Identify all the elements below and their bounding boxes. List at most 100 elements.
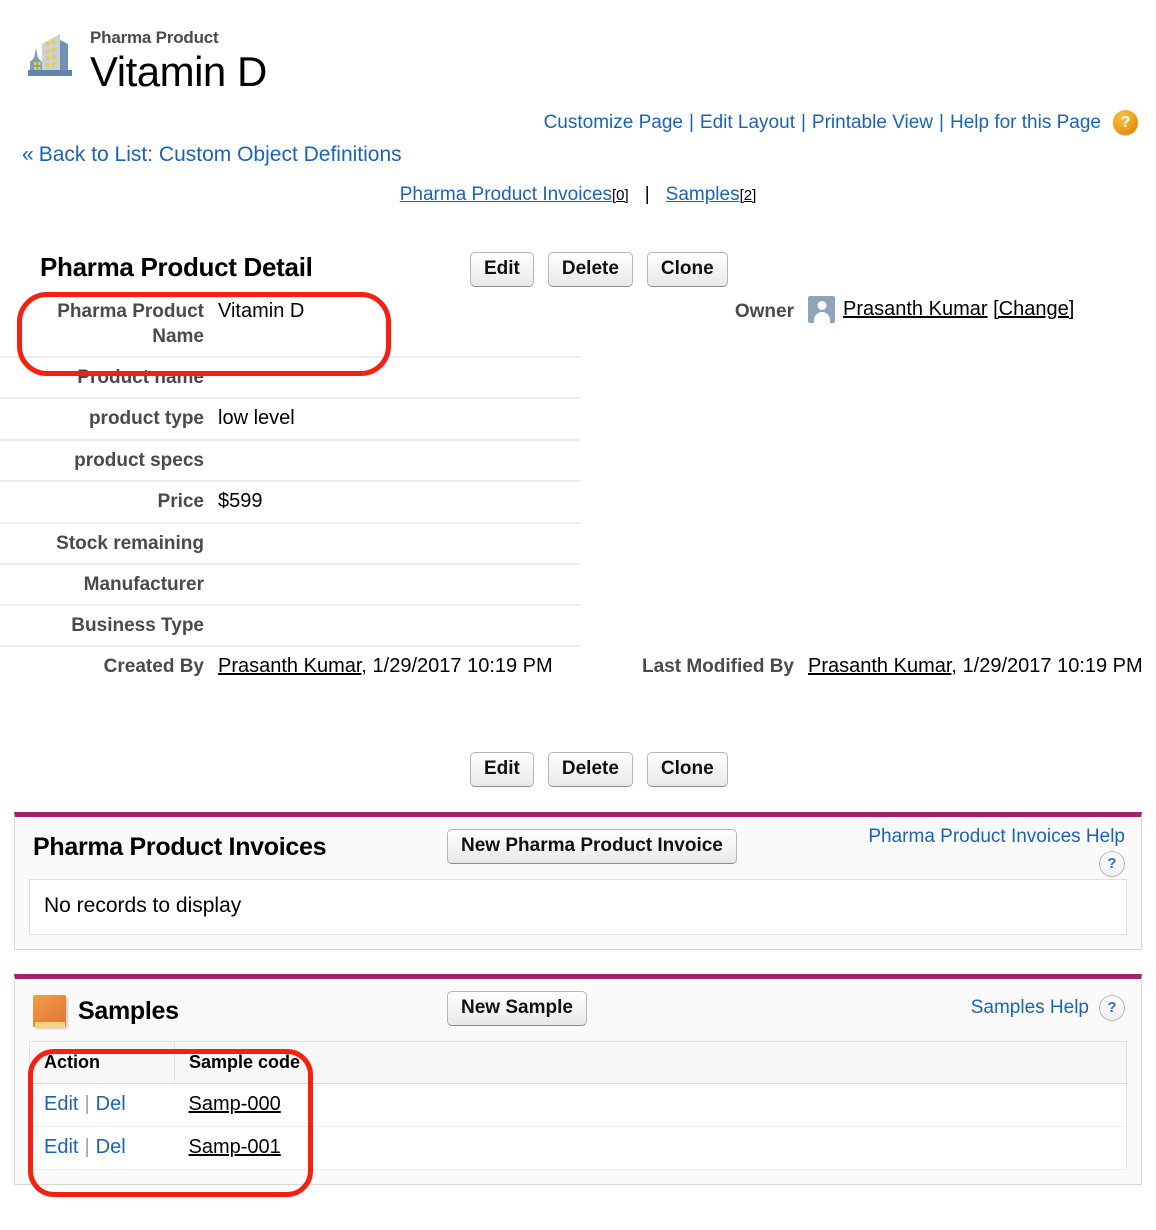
row-sample-code: Samp-000 (174, 1083, 373, 1127)
edit-button-bottom[interactable]: Edit (470, 752, 534, 787)
help-orb-icon[interactable]: ? (1113, 110, 1138, 135)
edit-link[interactable]: Edit (44, 1136, 78, 1158)
action-separator: | (84, 1093, 90, 1115)
last-modified-by-user-link[interactable]: Prasanth Kumar (808, 655, 951, 677)
field-row: Business Type (0, 606, 1156, 647)
field-label: Stock remaining (56, 533, 204, 554)
sample-code-link[interactable]: Samp-000 (189, 1093, 281, 1115)
building-icon (22, 26, 78, 82)
detail-section-title: Pharma Product Detail (40, 252, 313, 282)
field-created-by: Created By Prasanth Kumar, 1/29/2017 10:… (0, 647, 580, 689)
last-modified-timestamp: , 1/29/2017 10:19 PM (951, 655, 1143, 677)
back-to-list-link[interactable]: Back to List: Custom Object Definitions (39, 143, 402, 166)
help-icon-wrap: ? (868, 851, 1125, 877)
detail-section: Pharma Product Detail Edit Delete Clone … (0, 252, 1156, 787)
related-list-header: Samples New Sample Samples Help? (15, 979, 1141, 1041)
field-empty (580, 524, 1156, 565)
field-value: Prasanth Kumar, 1/29/2017 10:19 PM (218, 647, 580, 689)
no-records-message: No records to display (29, 879, 1127, 935)
object-type-label: Pharma Product (90, 28, 219, 47)
clone-button[interactable]: Clone (646, 252, 728, 287)
action-separator: | (84, 1136, 90, 1158)
del-link[interactable]: Del (96, 1093, 126, 1115)
row-actions: Edit | Del (29, 1083, 175, 1127)
field-empty (580, 399, 1156, 441)
field-empty (580, 358, 1156, 399)
delete-button[interactable]: Delete (547, 252, 633, 287)
field-label: Created By (103, 656, 204, 677)
detail-fields: Pharma Product Name Vitamin D Owner Pras… (0, 292, 1156, 689)
edit-link[interactable]: Edit (44, 1093, 78, 1115)
new-button-wrap: New Sample (447, 991, 587, 1026)
field-value: Vitamin D (218, 300, 305, 322)
question-mark-icon[interactable]: ? (1099, 995, 1125, 1021)
back-to-list[interactable]: «Back to List: Custom Object Definitions (22, 143, 402, 167)
page-action-links: Customize Page | Edit Layout | Printable… (544, 110, 1138, 135)
link-separator: | (688, 111, 694, 133)
field-product-type: product type low level (0, 399, 580, 441)
chevron-left-icon: « (22, 143, 34, 166)
customize-page-link[interactable]: Customize Page (544, 112, 683, 134)
new-sample-button[interactable]: New Sample (447, 991, 587, 1026)
new-pharma-product-invoice-button[interactable]: New Pharma Product Invoice (447, 829, 737, 864)
field-business-type: Business Type (0, 606, 580, 647)
detail-top-button-row: Edit Delete Clone (470, 252, 728, 287)
related-list-nav: Pharma Product Invoices[0] | Samples[2] (0, 184, 1156, 206)
field-row: Pharma Product Name Vitamin D Owner Pras… (0, 292, 1156, 358)
created-by-user-link[interactable]: Prasanth Kumar (218, 655, 361, 677)
del-link[interactable]: Del (96, 1136, 126, 1158)
link-separator: | (939, 111, 944, 133)
field-empty (580, 565, 1156, 606)
question-mark-icon[interactable]: ? (1099, 851, 1125, 877)
edit-layout-link[interactable]: Edit Layout (700, 112, 795, 134)
related-list-help: Pharma Product Invoices Help ? (868, 825, 1125, 877)
samples-help-link[interactable]: Samples Help (971, 997, 1089, 1018)
field-label: Owner (734, 301, 794, 322)
nav-pharma-product-invoices[interactable]: Pharma Product Invoices (400, 184, 612, 205)
nav-invoices-count: [0] (612, 187, 629, 204)
sample-code-link[interactable]: Samp-001 (189, 1136, 281, 1158)
field-empty (580, 441, 1156, 482)
printable-view-link[interactable]: Printable View (812, 112, 933, 134)
field-label: Business Type (71, 615, 204, 636)
field-row: Price $599 (0, 482, 1156, 524)
field-row: Stock remaining (0, 524, 1156, 565)
detail-bottom-button-row: Edit Delete Clone (470, 752, 728, 787)
pharma-product-invoices-help-link[interactable]: Pharma Product Invoices Help (868, 826, 1125, 847)
row-actions: Edit | Del (29, 1126, 175, 1170)
user-avatar-icon (808, 296, 835, 323)
field-value: Prasanth Kumar, 1/29/2017 10:19 PM (808, 647, 1156, 687)
nav-samples[interactable]: Samples (666, 184, 740, 205)
delete-button-bottom[interactable]: Delete (547, 752, 633, 787)
related-list-help: Samples Help? (971, 995, 1125, 1021)
field-owner: Owner Prasanth Kumar [Change] (580, 292, 1156, 358)
edit-button[interactable]: Edit (470, 252, 534, 287)
field-value (218, 524, 580, 563)
field-label: Last Modified By (641, 656, 794, 677)
field-price: Price $599 (0, 482, 580, 524)
owner-change-link[interactable]: [Change] (993, 298, 1074, 320)
related-list-title: Samples (33, 995, 179, 1027)
related-list-samples: Samples New Sample Samples Help? Action … (14, 974, 1142, 1185)
field-label: Price (157, 491, 204, 512)
field-product-name: Product name (0, 358, 580, 399)
field-value (218, 606, 580, 645)
nav-separator: | (644, 184, 650, 205)
field-label: Manufacturer (83, 574, 204, 595)
samples-table: Action Sample code Edit | Del Samp-000 Edi… (29, 1041, 1127, 1170)
nav-samples-count: [2] (739, 187, 757, 204)
field-label: product type (88, 408, 204, 429)
field-row: Manufacturer (0, 565, 1156, 606)
column-header-action: Action (29, 1041, 175, 1084)
field-stock-remaining: Stock remaining (0, 524, 580, 565)
new-button-wrap: New Pharma Product Invoice (447, 829, 737, 864)
clone-button-bottom[interactable]: Clone (646, 752, 728, 787)
related-list-title-text: Pharma Product Invoices (33, 833, 327, 861)
row-blank (373, 1126, 1127, 1170)
field-value: Prasanth Kumar [Change] (808, 292, 1156, 356)
related-list-title: Pharma Product Invoices (33, 833, 327, 862)
owner-name-link[interactable]: Prasanth Kumar (843, 298, 988, 320)
help-for-this-page-link[interactable]: Help for this Page (950, 112, 1101, 134)
related-list-title-text: Samples (78, 996, 179, 1025)
column-header-sample-code: Sample code (174, 1041, 373, 1084)
